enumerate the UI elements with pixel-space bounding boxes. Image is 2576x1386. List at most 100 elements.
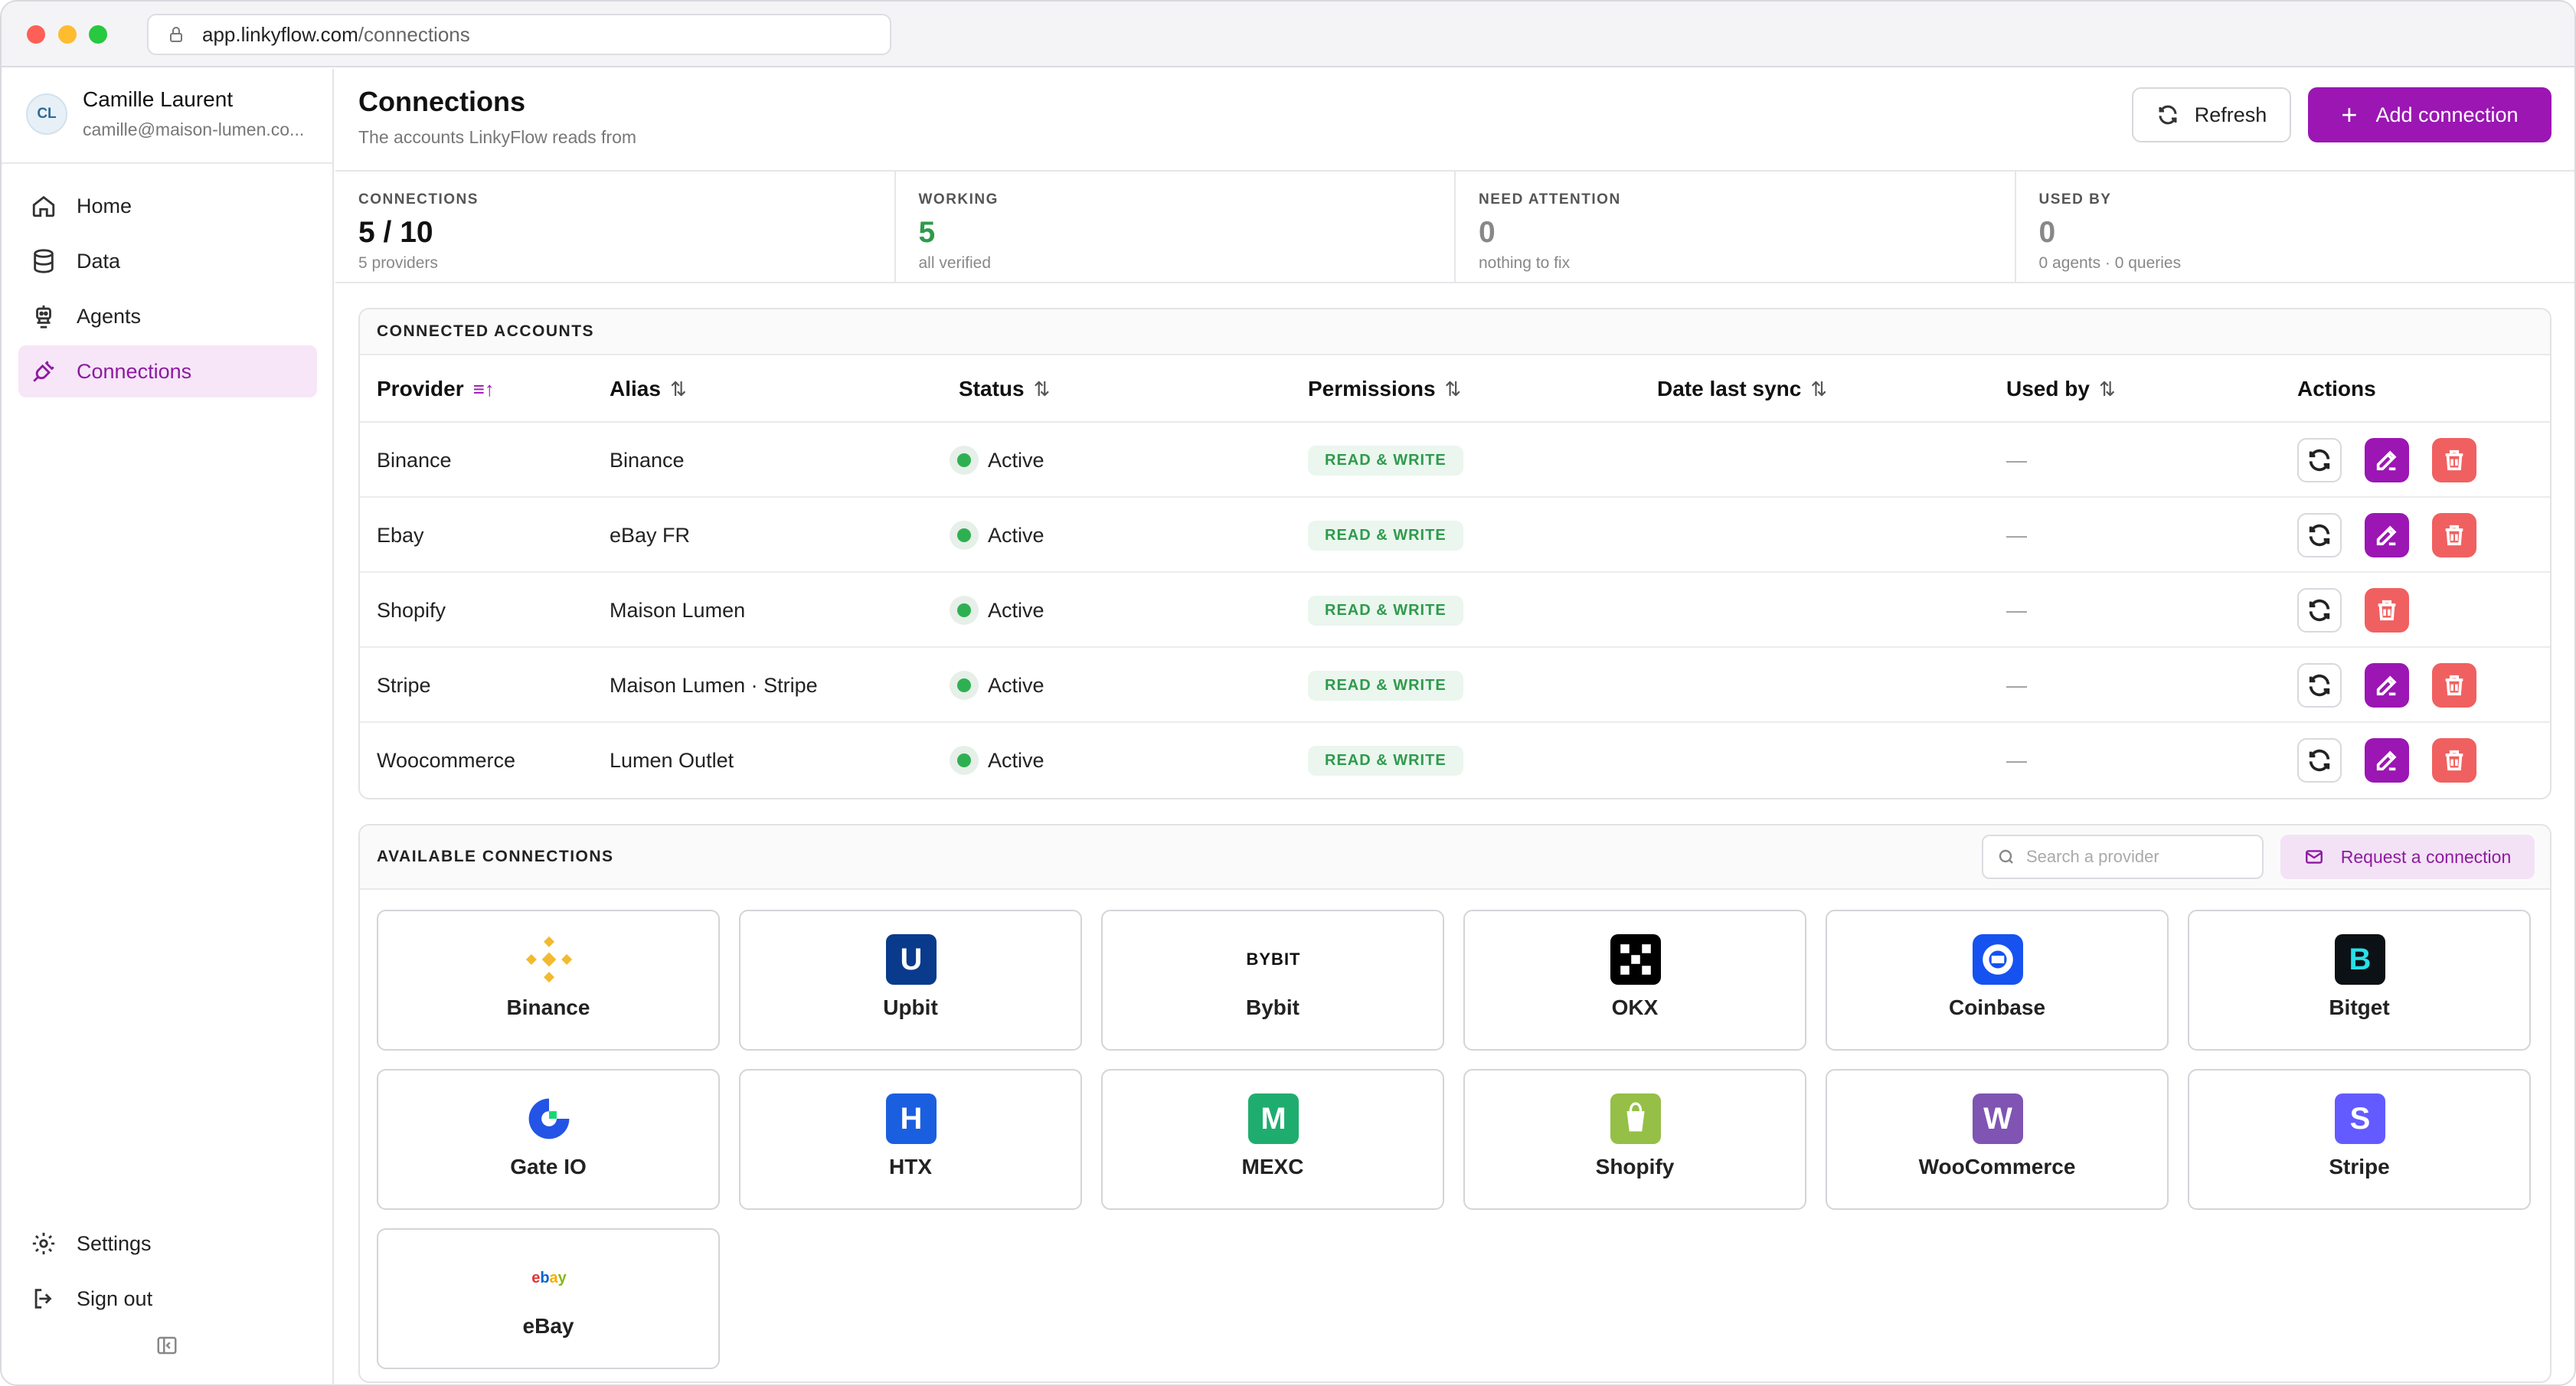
provider-card-ebay[interactable]: e b a y eBay bbox=[377, 1228, 720, 1369]
column-status[interactable]: Status ⇅ bbox=[959, 355, 1050, 423]
stat-sub: nothing to fix bbox=[1479, 254, 1571, 272]
stat-working: WORKING 5 all verified bbox=[896, 172, 1456, 282]
provider-card-bybit[interactable]: BYBIT Bybit bbox=[1101, 910, 1444, 1051]
maximize-window-button[interactable] bbox=[89, 25, 107, 44]
sidebar-item-settings[interactable]: Settings bbox=[18, 1218, 317, 1270]
provider-card-stripe[interactable]: S Stripe bbox=[2188, 1069, 2531, 1210]
cell-status: Active bbox=[950, 648, 1044, 723]
provider-name: Coinbase bbox=[1948, 995, 2046, 1019]
cell-provider: Shopify bbox=[377, 598, 446, 622]
user-profile[interactable]: CL Camille Laurent camille@maison-lumen.… bbox=[2, 69, 332, 164]
sync-button[interactable] bbox=[2297, 438, 2342, 482]
provider-card-woocommerce[interactable]: W WooCommerce bbox=[1826, 1069, 2169, 1210]
connected-accounts-panel: CONNECTED ACCOUNTS Provider ≡↑ Alias ⇅ Sta… bbox=[358, 308, 2551, 799]
provider-name: Binance bbox=[506, 995, 590, 1019]
edit-button[interactable] bbox=[2365, 513, 2409, 557]
sort-icon[interactable]: ⇅ bbox=[2099, 378, 2116, 401]
status-dot-icon bbox=[950, 596, 979, 625]
sync-button[interactable] bbox=[2297, 513, 2342, 557]
delete-button[interactable] bbox=[2432, 738, 2476, 783]
status-label: Active bbox=[988, 673, 1044, 697]
sync-button[interactable] bbox=[2297, 663, 2342, 708]
column-label: Provider bbox=[377, 377, 464, 400]
provider-card-binance[interactable]: Binance bbox=[377, 910, 720, 1051]
status-dot-icon bbox=[950, 446, 979, 475]
status-label: Active bbox=[988, 748, 1044, 772]
user-email: camille@maison-lumen.co... bbox=[83, 119, 305, 139]
minimize-window-button[interactable] bbox=[58, 25, 77, 44]
sidebar-item-sign-out[interactable]: Sign out bbox=[18, 1273, 317, 1325]
sidebar-item-connections[interactable]: Connections bbox=[18, 345, 317, 397]
sort-icon[interactable]: ⇅ bbox=[1445, 378, 1462, 401]
page-title: Connections bbox=[358, 86, 526, 117]
request-connection-button[interactable]: Request a connection bbox=[2280, 835, 2535, 879]
provider-card-shopify[interactable]: Shopify bbox=[1463, 1069, 1806, 1210]
edit-button[interactable] bbox=[2365, 438, 2409, 482]
collapse-sidebar-icon[interactable] bbox=[155, 1334, 178, 1357]
provider-name: eBay bbox=[522, 1314, 574, 1338]
column-used-by[interactable]: Used by ⇅ bbox=[2006, 355, 2116, 423]
delete-button[interactable] bbox=[2432, 513, 2476, 557]
robot-icon bbox=[36, 305, 51, 329]
sort-active-icon[interactable]: ≡↑ bbox=[473, 378, 495, 401]
sync-button[interactable] bbox=[2297, 588, 2342, 633]
search-input[interactable] bbox=[2026, 847, 2248, 867]
plus-icon: + bbox=[2341, 99, 2358, 130]
page-subtitle: The accounts LinkyFlow reads from bbox=[358, 127, 637, 147]
edit-button[interactable] bbox=[2365, 738, 2409, 783]
cell-status: Active bbox=[950, 723, 1044, 798]
close-window-button[interactable] bbox=[27, 25, 45, 44]
stat-label: CONNECTIONS bbox=[358, 191, 479, 208]
provider-card-gate-io[interactable]: Gate IO bbox=[377, 1069, 720, 1210]
stat-sub: 5 providers bbox=[358, 254, 438, 272]
edit-icon bbox=[2374, 672, 2400, 698]
cell-provider: Binance bbox=[377, 448, 452, 472]
column-alias[interactable]: Alias ⇅ bbox=[610, 355, 687, 423]
sync-button[interactable] bbox=[2297, 738, 2342, 783]
stat-value: 5 bbox=[918, 216, 936, 249]
cell-status: Active bbox=[950, 423, 1044, 498]
provider-card-upbit[interactable]: U Upbit bbox=[739, 910, 1082, 1051]
stat-need-attention: NEED ATTENTION 0 nothing to fix bbox=[1456, 172, 2016, 282]
okx-logo-icon bbox=[1610, 934, 1661, 985]
delete-button[interactable] bbox=[2432, 438, 2476, 482]
column-permissions[interactable]: Permissions ⇅ bbox=[1308, 355, 1461, 423]
provider-search[interactable] bbox=[1982, 835, 2264, 879]
cell-used-by: — bbox=[2006, 748, 2027, 772]
column-last-sync[interactable]: Date last sync ⇅ bbox=[1657, 355, 1827, 423]
sort-icon[interactable]: ⇅ bbox=[670, 378, 687, 401]
table-row: Shopify Maison Lumen Active READ & WRITE — bbox=[360, 573, 2550, 648]
provider-card-mexc[interactable]: M MEXC bbox=[1101, 1069, 1444, 1210]
upbit-logo-icon: U bbox=[886, 934, 937, 985]
stat-label: WORKING bbox=[918, 191, 999, 208]
sort-icon[interactable]: ⇅ bbox=[1810, 378, 1827, 401]
sidebar-item-label: Home bbox=[77, 194, 132, 217]
column-provider[interactable]: Provider ≡↑ bbox=[377, 355, 495, 423]
table-row: Woocommerce Lumen Outlet Active READ & WRIT… bbox=[360, 723, 2550, 798]
provider-card-htx[interactable]: H HTX bbox=[739, 1069, 1082, 1210]
bybit-logo-icon: BYBIT bbox=[1246, 950, 1301, 969]
address-bar[interactable]: app.linkyflow.com/connections bbox=[147, 14, 891, 55]
delete-button[interactable] bbox=[2432, 663, 2476, 708]
url-domain: app.linkyflow.com bbox=[202, 22, 358, 46]
sort-icon[interactable]: ⇅ bbox=[1034, 378, 1051, 401]
sidebar-item-home[interactable]: Home bbox=[18, 180, 317, 232]
provider-card-coinbase[interactable]: Coinbase bbox=[1826, 910, 2169, 1051]
sidebar-item-data[interactable]: Data bbox=[18, 235, 317, 287]
sidebar-item-agents[interactable]: Agents bbox=[18, 290, 317, 342]
cell-status: Active bbox=[950, 573, 1044, 648]
provider-card-okx[interactable]: OKX bbox=[1463, 910, 1806, 1051]
sidebar-nav: Home Data Agents Connections bbox=[18, 180, 317, 400]
provider-card-bitget[interactable]: B Bitget bbox=[2188, 910, 2531, 1051]
edit-button[interactable] bbox=[2365, 663, 2409, 708]
delete-button[interactable] bbox=[2365, 588, 2409, 633]
sidebar: CL Camille Laurent camille@maison-lumen.… bbox=[2, 69, 334, 1384]
add-connection-button[interactable]: + Add connection bbox=[2308, 87, 2551, 142]
edit-icon bbox=[2374, 522, 2400, 548]
column-label: Used by bbox=[2006, 377, 2090, 400]
refresh-button[interactable]: Refresh bbox=[2132, 87, 2291, 142]
column-label: Status bbox=[959, 377, 1025, 400]
provider-name: OKX bbox=[1611, 995, 1659, 1019]
stat-value: 0 bbox=[1479, 216, 1496, 249]
browser-toolbar: app.linkyflow.com/connections bbox=[2, 2, 2574, 67]
